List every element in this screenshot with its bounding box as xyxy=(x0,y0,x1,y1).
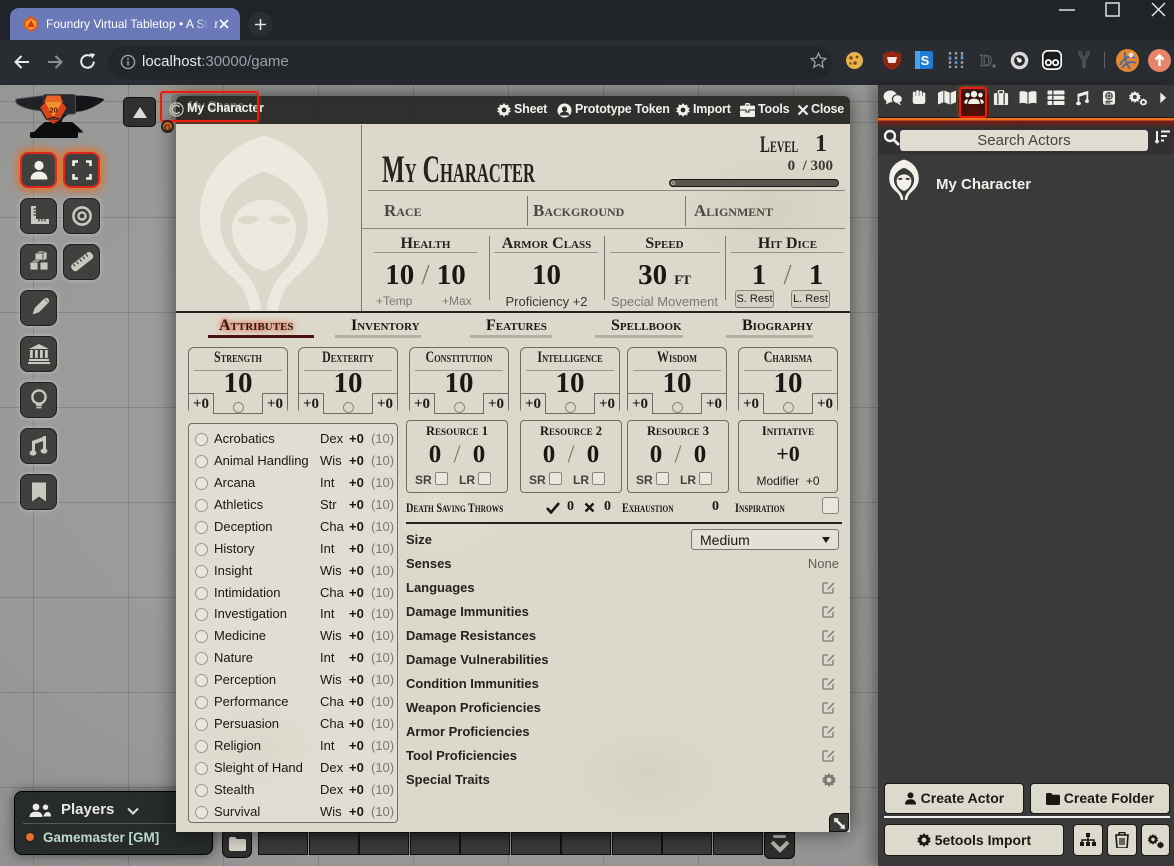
svg-text:D: D xyxy=(980,51,992,69)
svg-text:20: 20 xyxy=(50,106,58,115)
svg-text:S: S xyxy=(921,53,930,68)
